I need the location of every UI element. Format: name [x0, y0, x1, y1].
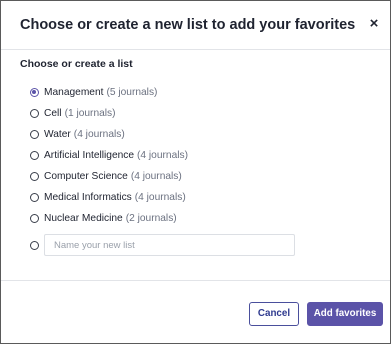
list-option-name: Medical Informatics [44, 192, 132, 203]
list-options: Management (5 journals) Cell (1 journals) Wa… [30, 82, 188, 229]
list-option-radio[interactable] [30, 172, 39, 181]
list-option-radio[interactable] [30, 109, 39, 118]
list-option[interactable]: Management (5 journals) [30, 82, 188, 103]
list-option-name: Artificial Intelligence [44, 150, 135, 161]
list-option-count: (5 journals) [106, 87, 158, 98]
list-option-name: Cell [44, 108, 62, 119]
dialog-footer-divider [1, 280, 390, 281]
list-option-count: (4 journals) [137, 150, 188, 161]
dialog-header: Choose or create a new list to add your … [1, 1, 390, 50]
list-option-radio[interactable] [30, 151, 39, 160]
list-option[interactable]: Nuclear Medicine (2 journals) [30, 208, 188, 229]
list-option[interactable]: Medical Informatics (4 journals) [30, 187, 188, 208]
list-option-radio[interactable] [30, 214, 39, 223]
list-option-count: (1 journals) [64, 108, 116, 119]
list-option-name: Water [44, 129, 71, 140]
list-option-name: Management [44, 87, 104, 98]
close-icon[interactable]: × [365, 15, 383, 33]
favorites-dialog: Choose or create a new list to add your … [0, 0, 391, 344]
new-list-row [30, 234, 295, 256]
add-favorites-button[interactable]: Add favorites [307, 302, 383, 326]
list-option-radio[interactable] [30, 130, 39, 139]
dialog-title: Choose or create a new list to add your … [20, 17, 356, 33]
list-option[interactable]: Cell (1 journals) [30, 103, 188, 124]
list-option-count: (4 journals) [130, 171, 182, 182]
list-option-count: (4 journals) [73, 129, 125, 140]
list-option-name: Computer Science [44, 171, 128, 182]
new-list-radio[interactable] [30, 240, 39, 250]
list-option-count: (2 journals) [125, 213, 177, 224]
cancel-button[interactable]: Cancel [249, 302, 299, 326]
list-option-name: Nuclear Medicine [44, 213, 123, 224]
list-option[interactable]: Computer Science (4 journals) [30, 166, 188, 187]
new-list-name-input[interactable] [44, 234, 295, 256]
list-option-radio[interactable] [30, 193, 39, 202]
list-option-radio[interactable] [30, 88, 39, 97]
list-option[interactable]: Water (4 journals) [30, 124, 188, 145]
section-label: Choose or create a list [20, 58, 133, 70]
list-option-count: (4 journals) [134, 192, 186, 203]
list-option[interactable]: Artificial Intelligence (4 journals) [30, 145, 188, 166]
